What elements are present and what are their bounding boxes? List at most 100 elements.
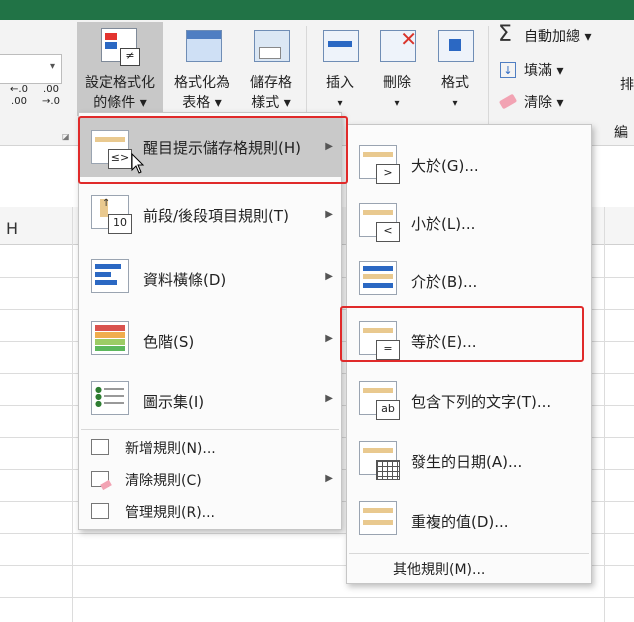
submenu-item-label: 包含下列的文字(T)... <box>411 393 552 411</box>
autosum-label: 自動加總 ▾ <box>524 29 592 45</box>
format-cells-icon <box>438 30 474 62</box>
fill-button[interactable]: ↓ 填滿 ▾ <box>498 60 598 84</box>
menu-item-label: 色階(S) <box>143 333 195 351</box>
autosum-button[interactable]: Σ 自動加總 ▾ <box>498 22 616 50</box>
date-occurring-icon <box>359 441 400 480</box>
decrease-decimal-button[interactable]: .00 →.0 <box>36 84 66 108</box>
menu-item-data-bars[interactable]: 資料橫條(D) ▶ <box>79 247 341 307</box>
top-bottom-rules-icon: ↑ 10 <box>91 195 132 234</box>
menu-item-label: 清除規則(C) <box>125 473 202 489</box>
submenu-item-label: 大於(G)... <box>411 157 479 175</box>
cell-styles-label-2: 樣式 ▾ <box>251 95 291 111</box>
insert-label: 插入 <box>326 75 354 91</box>
editing-group-label: 編 <box>614 125 628 141</box>
submenu-item-label: 重複的值(D)... <box>411 513 509 531</box>
between-icon <box>359 261 397 295</box>
duplicate-values-icon <box>359 501 397 535</box>
menu-separator <box>81 429 339 430</box>
submenu-item-text-contains[interactable]: ab 包含下列的文字(T)... <box>347 371 591 431</box>
chevron-right-icon: ▶ <box>325 209 333 220</box>
conditional-format-icon: ≠ <box>101 28 140 66</box>
submenu-item-date-occurring[interactable]: 發生的日期(A)... <box>347 431 591 491</box>
clear-rules-icon <box>91 471 112 491</box>
clear-label: 清除 ▾ <box>524 95 564 111</box>
conditional-format-label-1: 設定格式化 <box>85 75 155 91</box>
chevron-right-icon: ▶ <box>325 473 333 484</box>
cell-styles-icon <box>254 30 290 62</box>
greater-than-icon: > <box>359 145 400 184</box>
format-as-table-label-1: 格式化為 <box>174 75 230 91</box>
menu-item-label: 新增規則(N)... <box>125 441 216 457</box>
submenu-item-more-rules[interactable]: 其他規則(M)... <box>347 555 591 583</box>
group-separator <box>488 26 489 136</box>
mouse-cursor-icon <box>131 152 145 175</box>
submenu-item-duplicate-values[interactable]: 重複的值(D)... <box>347 491 591 551</box>
menu-item-icon-sets[interactable]: ● ● ● 圖示集(I) ▶ <box>79 369 341 429</box>
menu-item-label: 醒目提示儲存格規則(H) <box>143 139 301 157</box>
color-scales-icon <box>91 321 129 355</box>
submenu-item-label: 發生的日期(A)... <box>411 453 523 471</box>
format-button[interactable]: 格式 ▾ <box>428 22 482 116</box>
submenu-item-between[interactable]: 介於(B)... <box>347 251 591 311</box>
highlight-cells-rules-submenu: > 大於(G)... < 小於(L)... 介於(B)... = 等於(E)..… <box>346 124 592 584</box>
menu-item-label: 前段/後段項目規則(T) <box>143 207 289 225</box>
chevron-right-icon: ▶ <box>325 141 333 152</box>
menu-item-label: 資料橫條(D) <box>143 271 227 289</box>
menu-item-clear-rules[interactable]: 清除規則(C) ▶ <box>79 465 341 495</box>
insert-cells-icon <box>323 30 359 62</box>
fill-down-icon: ↓ <box>500 62 516 78</box>
submenu-item-equal-to[interactable]: = 等於(E)... <box>347 311 591 371</box>
submenu-item-label: 其他規則(M)... <box>393 562 486 578</box>
submenu-item-greater-than[interactable]: > 大於(G)... <box>347 135 591 195</box>
submenu-item-label: 介於(B)... <box>411 273 478 291</box>
submenu-item-label: 小於(L)... <box>411 215 476 233</box>
format-as-table-label-2: 表格 ▾ <box>182 95 222 111</box>
title-bar-strip <box>0 0 634 20</box>
delete-button[interactable]: ✕ 刪除 ▾ <box>370 22 424 116</box>
delete-label: 刪除 <box>383 75 411 91</box>
conditional-formatting-menu: ≤> 醒目提示儲存格規則(H) ▶ ↑ 10 前段/後段項目規則(T) ▶ 資料… <box>78 112 342 530</box>
menu-item-color-scales[interactable]: 色階(S) ▶ <box>79 309 341 369</box>
menu-item-highlight-cells-rules[interactable]: ≤> 醒目提示儲存格規則(H) ▶ <box>79 117 341 177</box>
fill-label: 填滿 ▾ <box>524 63 564 79</box>
submenu-item-less-than[interactable]: < 小於(L)... <box>347 193 591 253</box>
increase-decimal-button[interactable]: ←.0 .00 <box>4 84 34 108</box>
menu-item-manage-rules[interactable]: 管理規則(R)... <box>79 497 341 527</box>
sort-filter-button[interactable]: 排 <box>620 76 634 95</box>
eraser-icon <box>498 93 518 110</box>
text-contains-icon: ab <box>359 381 400 420</box>
equal-to-icon: = <box>359 321 400 360</box>
insert-button[interactable]: 插入 ▾ <box>314 22 366 116</box>
delete-cells-icon: ✕ <box>380 29 417 62</box>
new-rule-icon <box>91 439 109 455</box>
chevron-down-icon: ▾ <box>49 61 55 72</box>
data-bars-icon <box>91 259 129 293</box>
format-label: 格式 <box>441 75 469 91</box>
format-as-table-button[interactable]: 格式化為 表格 ▾ <box>166 22 238 116</box>
icon-sets-icon: ● ● ● <box>91 381 129 415</box>
chevron-down-icon: ▾ <box>337 98 343 109</box>
manage-rules-icon <box>91 503 109 519</box>
chevron-right-icon: ▶ <box>325 271 333 282</box>
chevron-down-icon: ▾ <box>394 98 400 109</box>
menu-item-label: 管理規則(R)... <box>125 505 216 521</box>
dialog-launcher-icon[interactable]: ◪ <box>62 132 70 141</box>
less-than-icon: < <box>359 203 400 242</box>
highlight-rules-icon: ≤> <box>91 130 132 169</box>
submenu-item-label: 等於(E)... <box>411 333 477 351</box>
table-format-icon <box>186 30 222 62</box>
sigma-icon: Σ <box>498 22 512 47</box>
menu-separator <box>349 553 589 554</box>
conditional-formatting-button[interactable]: ≠ 設定格式化 的條件 ▾ <box>77 22 163 116</box>
clear-button[interactable]: 清除 ▾ <box>498 92 598 116</box>
chevron-down-icon: ▾ <box>452 98 458 109</box>
cell-styles-button[interactable]: 儲存格 樣式 ▾ <box>240 22 302 116</box>
menu-item-label: 圖示集(I) <box>143 393 205 411</box>
cell-styles-label-1: 儲存格 <box>250 75 292 91</box>
column-header-h[interactable]: H <box>6 219 18 238</box>
menu-item-top-bottom-rules[interactable]: ↑ 10 前段/後段項目規則(T) ▶ <box>79 185 341 245</box>
menu-item-new-rule[interactable]: 新增規則(N)... <box>79 433 341 463</box>
chevron-right-icon: ▶ <box>325 393 333 404</box>
dropdown-box[interactable]: ▾ <box>0 54 62 84</box>
chevron-right-icon: ▶ <box>325 333 333 344</box>
